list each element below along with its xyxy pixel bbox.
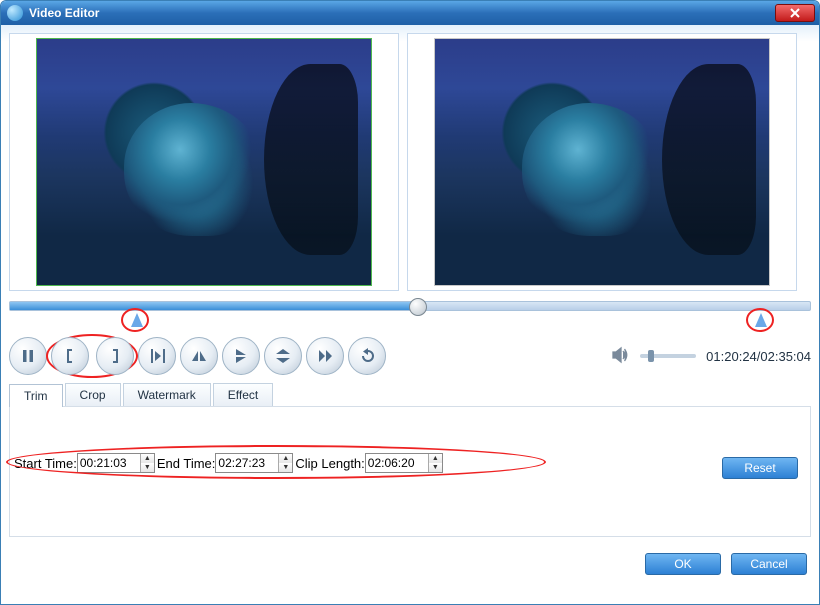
trim-fields-row: Start Time: ▲▼ End Time: ▲▼ Clip Length:…	[14, 453, 800, 473]
controls-row: 01:20:24/02:35:04	[9, 337, 811, 375]
close-button[interactable]	[775, 4, 815, 22]
flip-horizontal-button[interactable]	[180, 337, 218, 375]
timeline-markers	[9, 311, 811, 333]
timeline-fill	[10, 302, 418, 310]
trim-panel: Start Time: ▲▼ End Time: ▲▼ Clip Length:…	[9, 407, 811, 537]
preview-original	[9, 33, 399, 291]
content-area: 01:20:24/02:35:04 Trim Crop Watermark Ef…	[1, 25, 819, 583]
end-time-down[interactable]: ▼	[279, 463, 292, 472]
tab-trim[interactable]: Trim	[9, 384, 63, 407]
app-icon	[7, 5, 23, 21]
clip-length-input[interactable]	[366, 454, 428, 472]
end-time-label: End Time:	[157, 456, 216, 471]
tab-watermark[interactable]: Watermark	[123, 383, 211, 406]
tab-effect[interactable]: Effect	[213, 383, 273, 406]
clip-length-down[interactable]: ▼	[429, 463, 442, 472]
set-start-bracket-button[interactable]	[51, 337, 89, 375]
start-time-spinner[interactable]: ▲▼	[77, 453, 155, 473]
cancel-button[interactable]: Cancel	[731, 553, 807, 575]
time-readout: 01:20:24/02:35:04	[706, 349, 811, 364]
reset-button[interactable]: Reset	[722, 457, 798, 479]
volume-slider[interactable]	[640, 354, 696, 358]
clip-length-spinner[interactable]: ▲▼	[365, 453, 443, 473]
flip-vertical-button[interactable]	[222, 337, 260, 375]
next-frame-button[interactable]	[306, 337, 344, 375]
start-time-up[interactable]: ▲	[141, 454, 154, 463]
video-editor-window: Video Editor	[0, 0, 820, 605]
end-time-up[interactable]: ▲	[279, 454, 292, 463]
end-time-input[interactable]	[216, 454, 278, 472]
preview-output-image	[434, 38, 770, 286]
volume-icon	[610, 345, 630, 368]
titlebar[interactable]: Video Editor	[1, 1, 819, 25]
mirror-button[interactable]	[264, 337, 302, 375]
tab-crop[interactable]: Crop	[65, 383, 121, 406]
play-segment-button[interactable]	[138, 337, 176, 375]
highlight-start-marker	[121, 308, 149, 332]
set-end-bracket-button[interactable]	[96, 337, 134, 375]
clip-length-label: Clip Length:	[295, 456, 364, 471]
preview-row	[9, 33, 811, 291]
window-title: Video Editor	[29, 6, 99, 20]
preview-original-image	[36, 38, 372, 286]
highlight-end-marker	[746, 308, 774, 332]
undo-button[interactable]	[348, 337, 386, 375]
volume-thumb[interactable]	[648, 350, 654, 362]
clip-length-up[interactable]: ▲	[429, 454, 442, 463]
tab-strip: Trim Crop Watermark Effect	[9, 383, 811, 407]
end-time-spinner[interactable]: ▲▼	[215, 453, 293, 473]
start-time-down[interactable]: ▼	[141, 463, 154, 472]
footer-buttons: OK Cancel	[9, 553, 811, 575]
preview-output	[407, 33, 797, 291]
ok-button[interactable]: OK	[645, 553, 721, 575]
start-time-input[interactable]	[78, 454, 140, 472]
pause-button[interactable]	[9, 337, 47, 375]
start-time-label: Start Time:	[14, 456, 77, 471]
